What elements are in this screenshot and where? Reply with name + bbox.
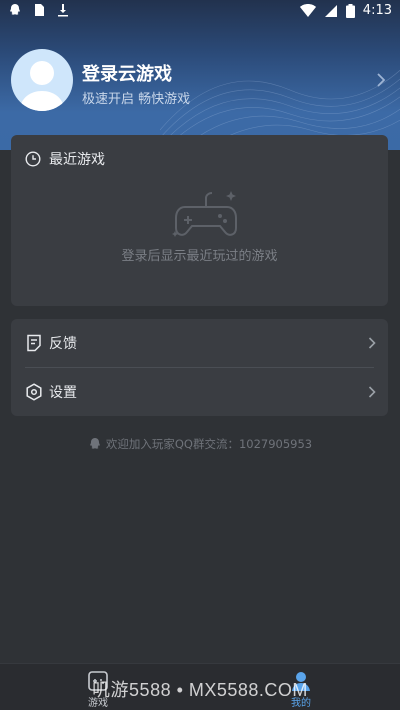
status-time: 4:13 bbox=[362, 3, 392, 18]
signal-icon bbox=[324, 4, 337, 17]
sim-icon bbox=[35, 4, 44, 16]
menu-card: 反馈 设置 bbox=[11, 319, 388, 416]
qq-icon bbox=[10, 4, 20, 15]
feedback-row[interactable]: 反馈 bbox=[11, 319, 388, 367]
avatar[interactable] bbox=[11, 49, 73, 111]
settings-row[interactable]: 设置 bbox=[11, 368, 388, 416]
chevron-right-icon[interactable] bbox=[376, 72, 386, 88]
recent-games-card: 最近游戏 登录后显示最近玩过的游戏 bbox=[11, 135, 388, 306]
battery-icon bbox=[345, 3, 355, 18]
settings-label: 设置 bbox=[49, 385, 77, 401]
watermark-text: 叽游5588 • MX5588.COM bbox=[92, 680, 308, 700]
feedback-label: 反馈 bbox=[49, 336, 77, 352]
recent-games-header: 最近游戏 bbox=[25, 149, 105, 169]
bottom-nav: 游戏 我的 叽游5588 • MX5588.COM bbox=[0, 663, 400, 710]
login-subtitle: 极速开启 畅快游戏 bbox=[82, 92, 191, 107]
qq-penguin-icon bbox=[89, 438, 100, 449]
download-icon bbox=[58, 4, 68, 17]
login-title[interactable]: 登录云游戏 bbox=[82, 60, 172, 86]
wifi-icon bbox=[299, 3, 316, 17]
default-avatar-icon bbox=[19, 61, 65, 111]
chevron-right-icon bbox=[368, 337, 376, 349]
recent-games-label: 最近游戏 bbox=[49, 152, 105, 168]
settings-icon bbox=[26, 383, 42, 401]
clock-icon bbox=[25, 151, 41, 167]
gamepad-icon bbox=[172, 191, 237, 237]
status-bar: 4:13 bbox=[0, 0, 400, 24]
chevron-right-icon bbox=[368, 386, 376, 398]
decorative-wave bbox=[160, 69, 400, 150]
qq-group-text: 欢迎加入玩家QQ群交流：1027905953 bbox=[105, 437, 313, 451]
feedback-icon bbox=[27, 334, 41, 352]
recent-games-empty-text: 登录后显示最近玩过的游戏 bbox=[121, 249, 278, 264]
qq-group-info: 欢迎加入玩家QQ群交流：1027905953 bbox=[0, 436, 400, 452]
